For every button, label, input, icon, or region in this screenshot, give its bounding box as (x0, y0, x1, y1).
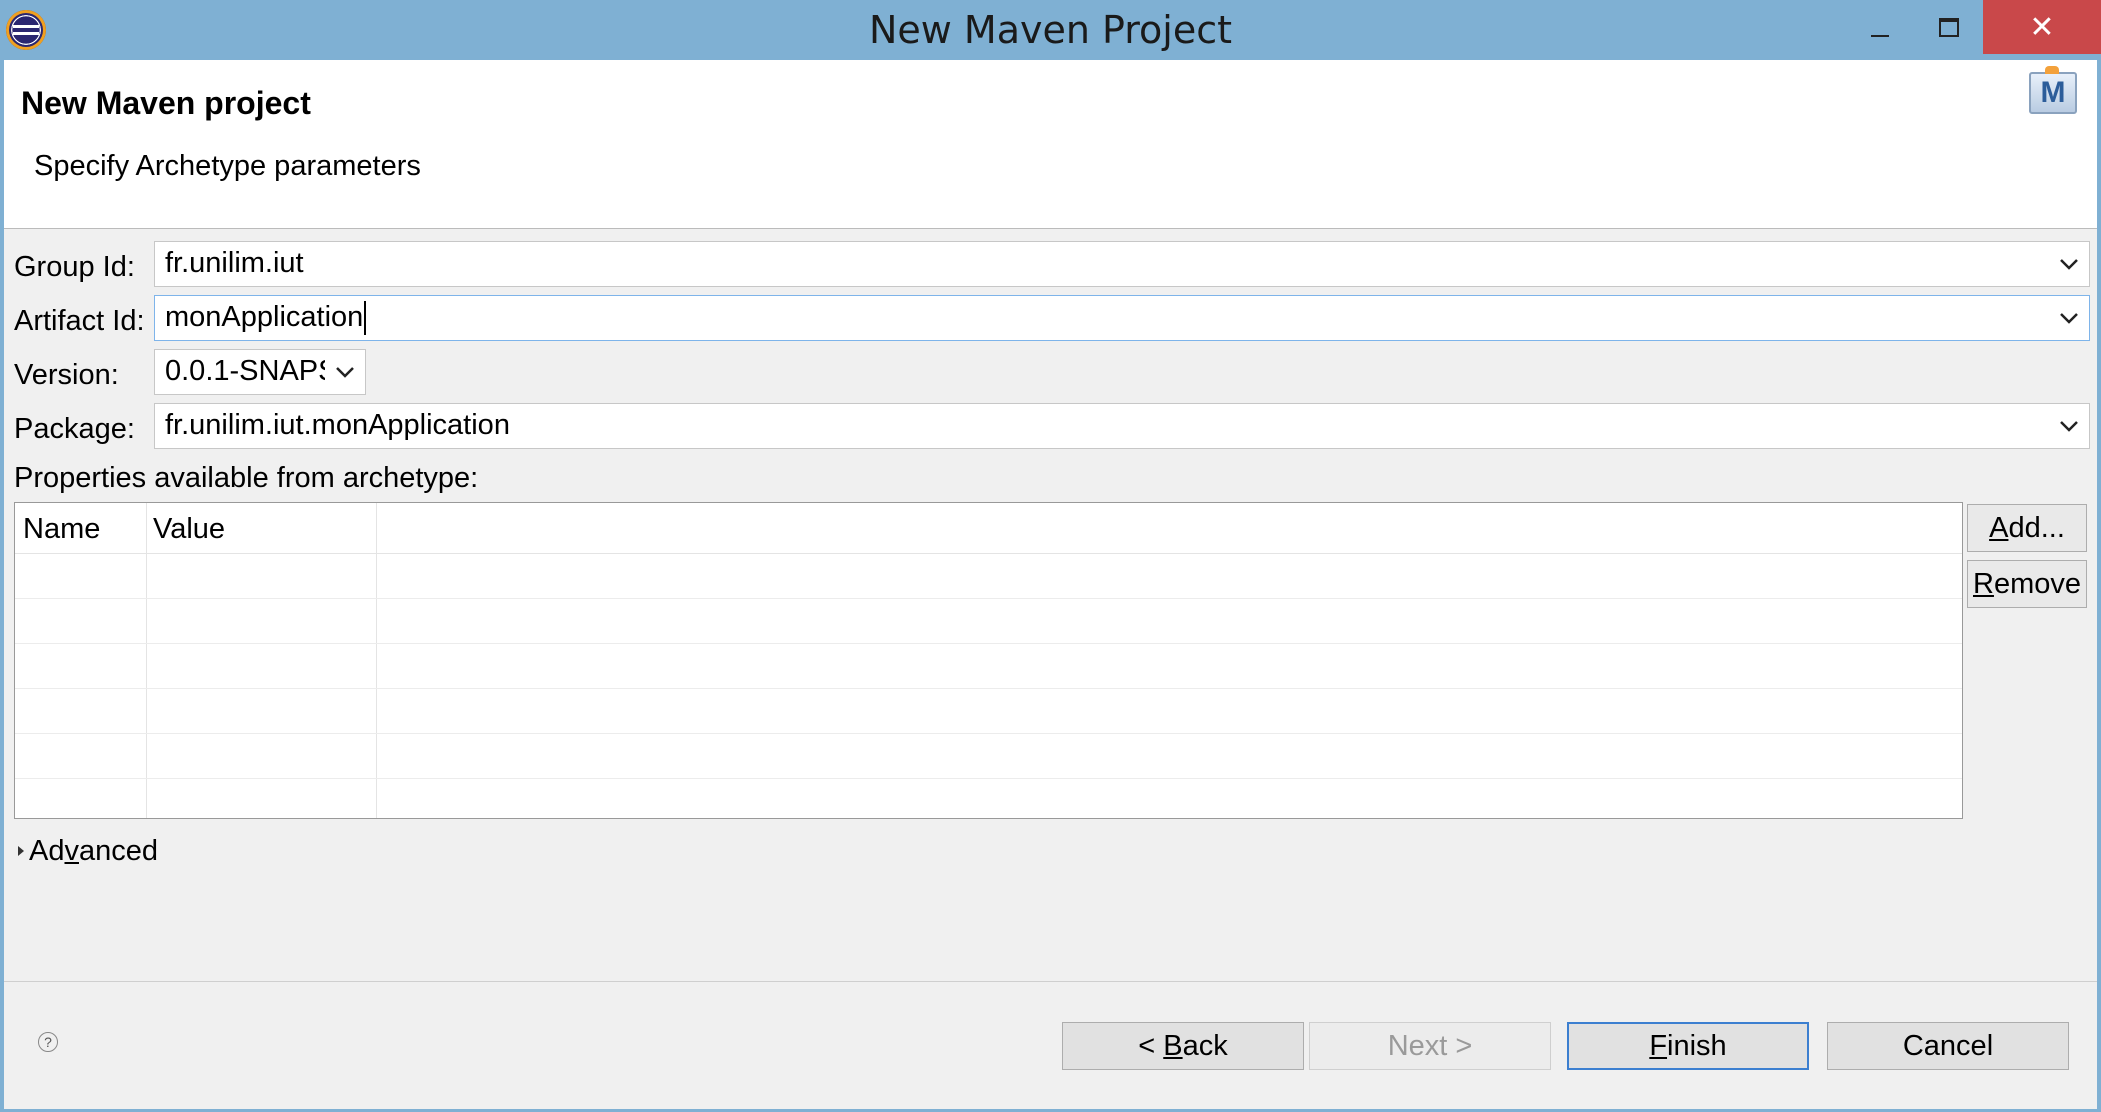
package-label: Package: (14, 413, 135, 445)
chevron-down-icon[interactable] (333, 360, 357, 384)
wizard-header: New Maven project Specify Archetype para… (4, 60, 2097, 229)
remove-label: emove (1993, 568, 2081, 600)
artifact-id-value: monApplication (165, 301, 367, 336)
table-row (15, 688, 1962, 689)
wizard-footer: ? < Back Next > Finish Cancel (4, 981, 2097, 1109)
finish-label: inish (1667, 1030, 1727, 1062)
finish-mnemonic: F (1649, 1030, 1668, 1062)
maximize-icon (1939, 17, 1959, 37)
group-id-value: fr.unilim.iut (165, 247, 304, 279)
close-button[interactable]: ✕ (1983, 0, 2101, 54)
chevron-down-icon[interactable] (2057, 252, 2081, 276)
text-caret (364, 301, 367, 336)
remove-mnemonic: R (1973, 568, 1994, 600)
version-label: Version: (14, 359, 119, 391)
table-row (15, 778, 1962, 779)
table-row (15, 733, 1962, 734)
page-title: New Maven project (21, 85, 311, 121)
finish-button[interactable]: Finish (1567, 1022, 1809, 1070)
table-header: Name Value (15, 503, 1962, 554)
minimize-button[interactable] (1847, 0, 1913, 54)
maven-wizard-icon: M (2029, 66, 2077, 114)
table-row (15, 598, 1962, 599)
chevron-down-icon[interactable] (2057, 414, 2081, 438)
minimize-icon (1871, 35, 1889, 37)
expand-arrow-icon[interactable] (18, 846, 24, 856)
advanced-toggle[interactable]: Advanced (29, 835, 158, 868)
window-title: New Maven Project (868, 8, 1233, 52)
maximize-button[interactable] (1916, 0, 1982, 54)
page-description: Specify Archetype parameters (34, 150, 421, 182)
column-header-value[interactable]: Value (153, 513, 225, 546)
column-divider (376, 503, 377, 818)
help-icon[interactable]: ? (38, 1032, 58, 1052)
back-mnemonic: B (1163, 1030, 1183, 1062)
back-label: ack (1182, 1030, 1228, 1062)
remove-button[interactable]: Remove (1967, 560, 2087, 608)
add-button[interactable]: Add... (1967, 504, 2087, 552)
dialog-window: New Maven Project ✕ New Maven project Sp… (0, 0, 2101, 1112)
advanced-mnemonic: v (64, 835, 79, 867)
package-value: fr.unilim.iut.monApplication (165, 409, 510, 441)
artifact-id-combo[interactable]: monApplication (154, 295, 2090, 341)
title-bar[interactable]: New Maven Project ✕ (0, 0, 2101, 60)
column-divider (146, 503, 147, 818)
properties-table[interactable]: Name Value (14, 502, 1963, 819)
wizard-body: Group Id: fr.unilim.iut Artifact Id: mon… (4, 229, 2097, 981)
back-prefix: < (1138, 1030, 1164, 1062)
version-combo[interactable]: 0.0.1-SNAPS (154, 349, 366, 395)
advanced-text-start: Ad (29, 835, 65, 867)
properties-label: Properties available from archetype: (14, 462, 479, 494)
version-value: 0.0.1-SNAPS (165, 355, 325, 387)
chevron-down-icon[interactable] (2057, 306, 2081, 330)
next-button[interactable]: Next > (1309, 1022, 1551, 1070)
table-row (15, 643, 1962, 644)
artifact-id-text: monApplication (165, 301, 364, 333)
add-label: dd... (2008, 512, 2065, 544)
cancel-button[interactable]: Cancel (1827, 1022, 2069, 1070)
add-mnemonic: A (1989, 512, 2009, 544)
package-combo[interactable]: fr.unilim.iut.monApplication (154, 403, 2090, 449)
artifact-id-label: Artifact Id: (14, 305, 145, 337)
group-id-combo[interactable]: fr.unilim.iut (154, 241, 2090, 287)
column-header-name[interactable]: Name (23, 513, 100, 546)
close-icon: ✕ (2029, 9, 2055, 45)
advanced-text-end: anced (78, 835, 158, 867)
back-button[interactable]: < Back (1062, 1022, 1304, 1070)
group-id-label: Group Id: (14, 251, 135, 283)
